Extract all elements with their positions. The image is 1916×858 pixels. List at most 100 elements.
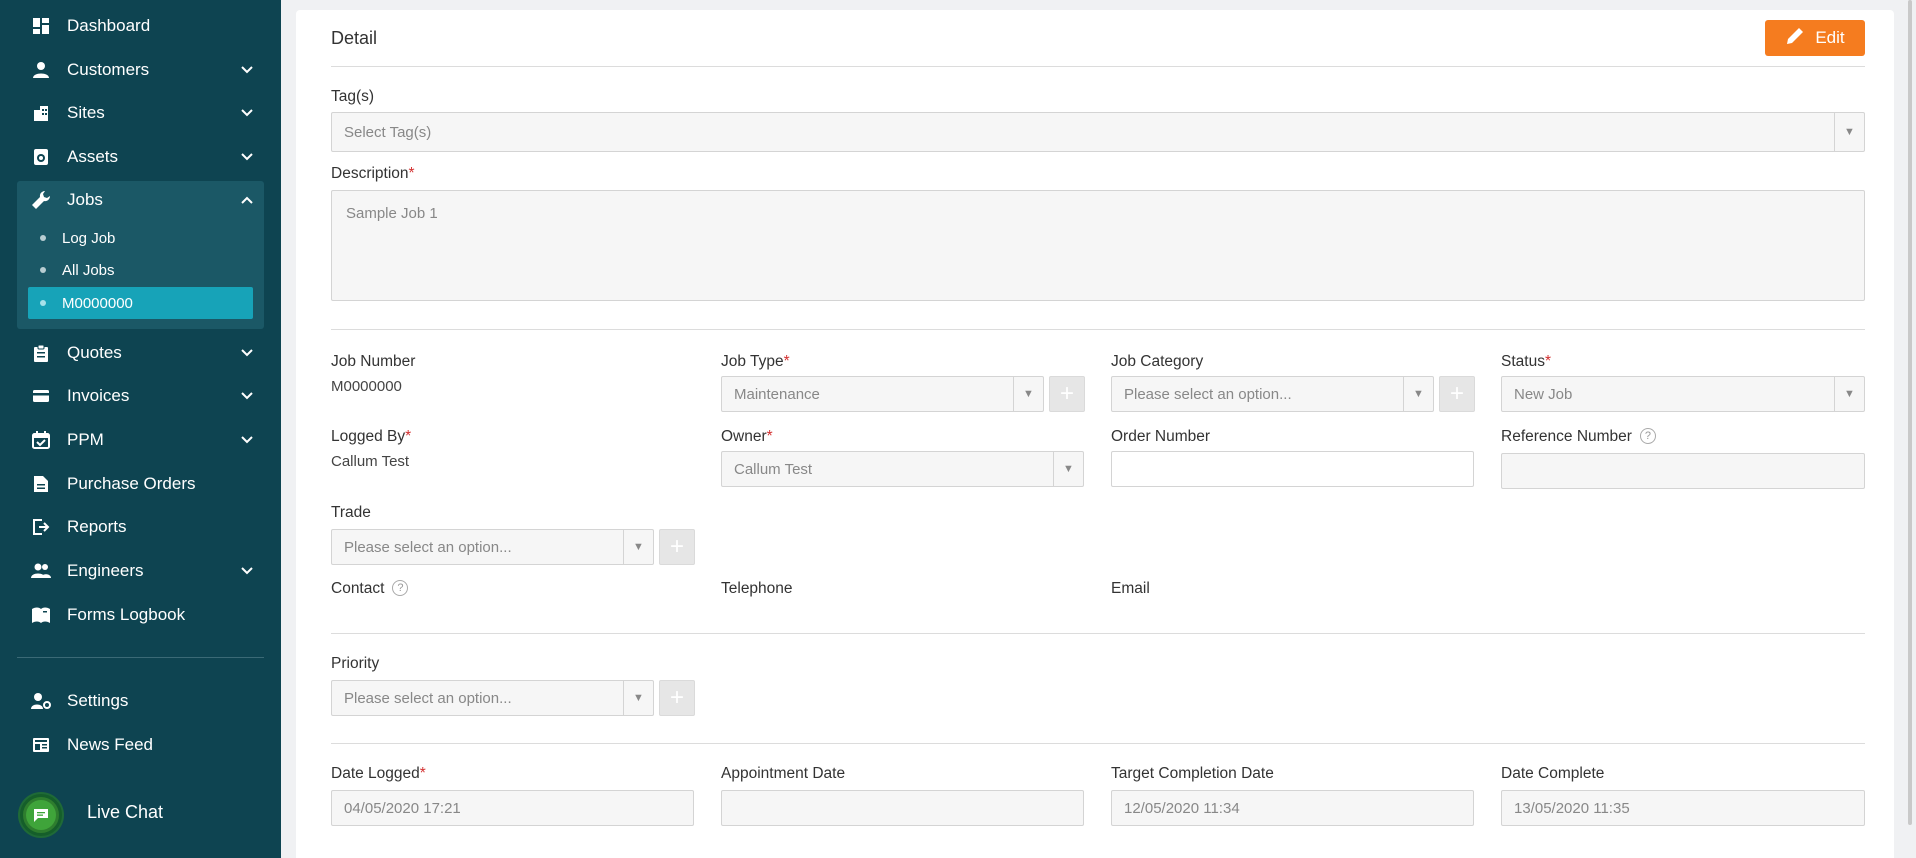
- caret-down-icon: ▼: [1834, 377, 1864, 411]
- sidebar-subitem-label: Log Job: [62, 229, 116, 247]
- appointment-date-label: Appointment Date: [721, 765, 846, 782]
- owner-select[interactable]: Callum Test ▼: [721, 451, 1084, 487]
- sidebar-item-ppm[interactable]: PPM: [0, 421, 281, 459]
- order-number-input[interactable]: [1111, 451, 1474, 487]
- logged-by-value: Callum Test: [331, 453, 410, 470]
- sidebar-subitem-label: All Jobs: [62, 261, 115, 279]
- status-label: Status*: [1501, 353, 1551, 371]
- chevron-up-icon: [238, 191, 256, 209]
- caret-down-icon: ▼: [1834, 113, 1864, 151]
- chevron-down-icon: [238, 431, 256, 449]
- sidebar-item-reports[interactable]: Reports: [0, 508, 281, 546]
- sidebar-item-label: Invoices: [67, 386, 130, 405]
- calendar-check-icon: [30, 429, 52, 451]
- required-marker: *: [766, 428, 773, 445]
- sidebar-item-customers[interactable]: Customers: [0, 51, 281, 89]
- people-icon: [30, 560, 52, 582]
- help-icon[interactable]: ?: [392, 580, 409, 596]
- required-marker: *: [405, 428, 412, 445]
- job-type-label: Job Type*: [721, 353, 790, 371]
- sidebar-item-label: Dashboard: [67, 16, 151, 35]
- sidebar-item-purchase-orders[interactable]: Purchase Orders: [0, 465, 281, 503]
- target-completion-date-input[interactable]: 12/05/2020 11:34: [1111, 790, 1474, 826]
- job-number-label: Job Number: [331, 353, 416, 370]
- owner-value: Callum Test: [734, 460, 813, 478]
- sidebar-item-jobs[interactable]: Jobs: [0, 181, 281, 219]
- required-marker: *: [1544, 353, 1551, 370]
- page-title: Detail: [331, 28, 378, 48]
- edit-button-label: Edit: [1815, 28, 1845, 47]
- edit-button[interactable]: Edit: [1765, 20, 1865, 56]
- date-complete-label: Date Complete: [1501, 765, 1605, 782]
- section-divider: [331, 633, 1865, 634]
- trade-select[interactable]: Please select an option... ▼: [331, 529, 654, 565]
- priority-select[interactable]: Please select an option... ▼: [331, 680, 654, 716]
- contact-label-text: Contact: [331, 580, 385, 597]
- sidebar-item-engineers[interactable]: Engineers: [0, 552, 281, 590]
- help-icon[interactable]: ?: [1639, 428, 1656, 444]
- sidebar-item-invoices[interactable]: Invoices: [0, 377, 281, 415]
- dashboard-icon: [30, 15, 52, 37]
- live-chat-icon[interactable]: [20, 794, 62, 836]
- sidebar-item-label: Assets: [67, 147, 119, 166]
- date-logged-label: Date Logged*: [331, 765, 426, 783]
- sidebar-item-label: Quotes: [67, 343, 122, 362]
- target-completion-date-label: Target Completion Date: [1111, 765, 1274, 782]
- sidebar-item-assets[interactable]: Assets: [0, 138, 281, 176]
- date-logged-input[interactable]: 04/05/2020 17:21: [331, 790, 694, 826]
- scrollbar-thumb[interactable]: [1908, 0, 1912, 825]
- caret-down-icon: ▼: [1403, 377, 1433, 411]
- caret-down-icon: ▼: [623, 530, 653, 564]
- header-divider: [331, 66, 1865, 67]
- user-gear-icon: [30, 690, 52, 712]
- sidebar-item-label: Sites: [67, 103, 105, 122]
- reference-number-label: Reference Number?: [1501, 428, 1656, 446]
- document-icon: [30, 473, 52, 495]
- sidebar-item-label: Jobs: [67, 190, 103, 209]
- sidebar-item-news-feed[interactable]: News Feed: [0, 726, 281, 764]
- date-complete-input[interactable]: 13/05/2020 11:35: [1501, 790, 1865, 826]
- chevron-down-icon: [238, 104, 256, 122]
- status-select[interactable]: New Job ▼: [1501, 376, 1865, 412]
- sidebar-item-forms-logbook[interactable]: Forms Logbook: [0, 596, 281, 634]
- asset-icon: [30, 146, 52, 168]
- sidebar-item-quotes[interactable]: Quotes: [0, 334, 281, 372]
- description-field[interactable]: Sample Job 1: [331, 190, 1865, 301]
- sidebar-item-settings[interactable]: Settings: [0, 682, 281, 720]
- contact-label: Contact?: [331, 580, 409, 598]
- job-type-select[interactable]: Maintenance ▼: [721, 376, 1044, 412]
- date-complete-value: 13/05/2020 11:35: [1514, 799, 1630, 817]
- reference-number-input[interactable]: [1501, 453, 1865, 489]
- sidebar-item-sites[interactable]: Sites: [0, 94, 281, 132]
- chevron-down-icon: [238, 148, 256, 166]
- clipboard-icon: [30, 342, 52, 364]
- job-category-select[interactable]: Please select an option... ▼: [1111, 376, 1434, 412]
- tags-select[interactable]: Select Tag(s) ▼: [331, 112, 1865, 152]
- add-trade-button[interactable]: +: [659, 529, 695, 565]
- trade-value: Please select an option...: [344, 538, 512, 556]
- job-category-value: Please select an option...: [1124, 385, 1292, 403]
- sidebar-item-dashboard[interactable]: Dashboard: [0, 7, 281, 45]
- sidebar-subitem-all-jobs[interactable]: All Jobs: [28, 254, 253, 286]
- sidebar-subitem-label: M0000000: [62, 294, 133, 312]
- telephone-label: Telephone: [721, 580, 793, 597]
- add-job-type-button[interactable]: +: [1049, 376, 1085, 412]
- tags-label: Tag(s): [331, 88, 375, 105]
- description-label-text: Description: [331, 165, 409, 182]
- newspaper-icon: [30, 734, 52, 756]
- live-chat-label[interactable]: Live Chat: [87, 802, 163, 823]
- sidebar-subitem-log-job[interactable]: Log Job: [28, 222, 253, 254]
- add-priority-button[interactable]: +: [659, 680, 695, 716]
- caret-down-icon: ▼: [623, 681, 653, 715]
- email-label: Email: [1111, 580, 1150, 597]
- appointment-date-input[interactable]: [721, 790, 1084, 826]
- sidebar-item-label: News Feed: [67, 735, 153, 754]
- add-job-category-button[interactable]: +: [1439, 376, 1475, 412]
- target-completion-date-value: 12/05/2020 11:34: [1124, 799, 1240, 817]
- sidebar-subitem-current-job[interactable]: M0000000: [28, 287, 253, 319]
- person-icon: [30, 59, 52, 81]
- sidebar-item-label: Purchase Orders: [67, 474, 196, 493]
- sidebar-divider: [17, 657, 264, 658]
- date-logged-label-text: Date Logged: [331, 765, 420, 782]
- status-label-text: Status: [1501, 353, 1545, 370]
